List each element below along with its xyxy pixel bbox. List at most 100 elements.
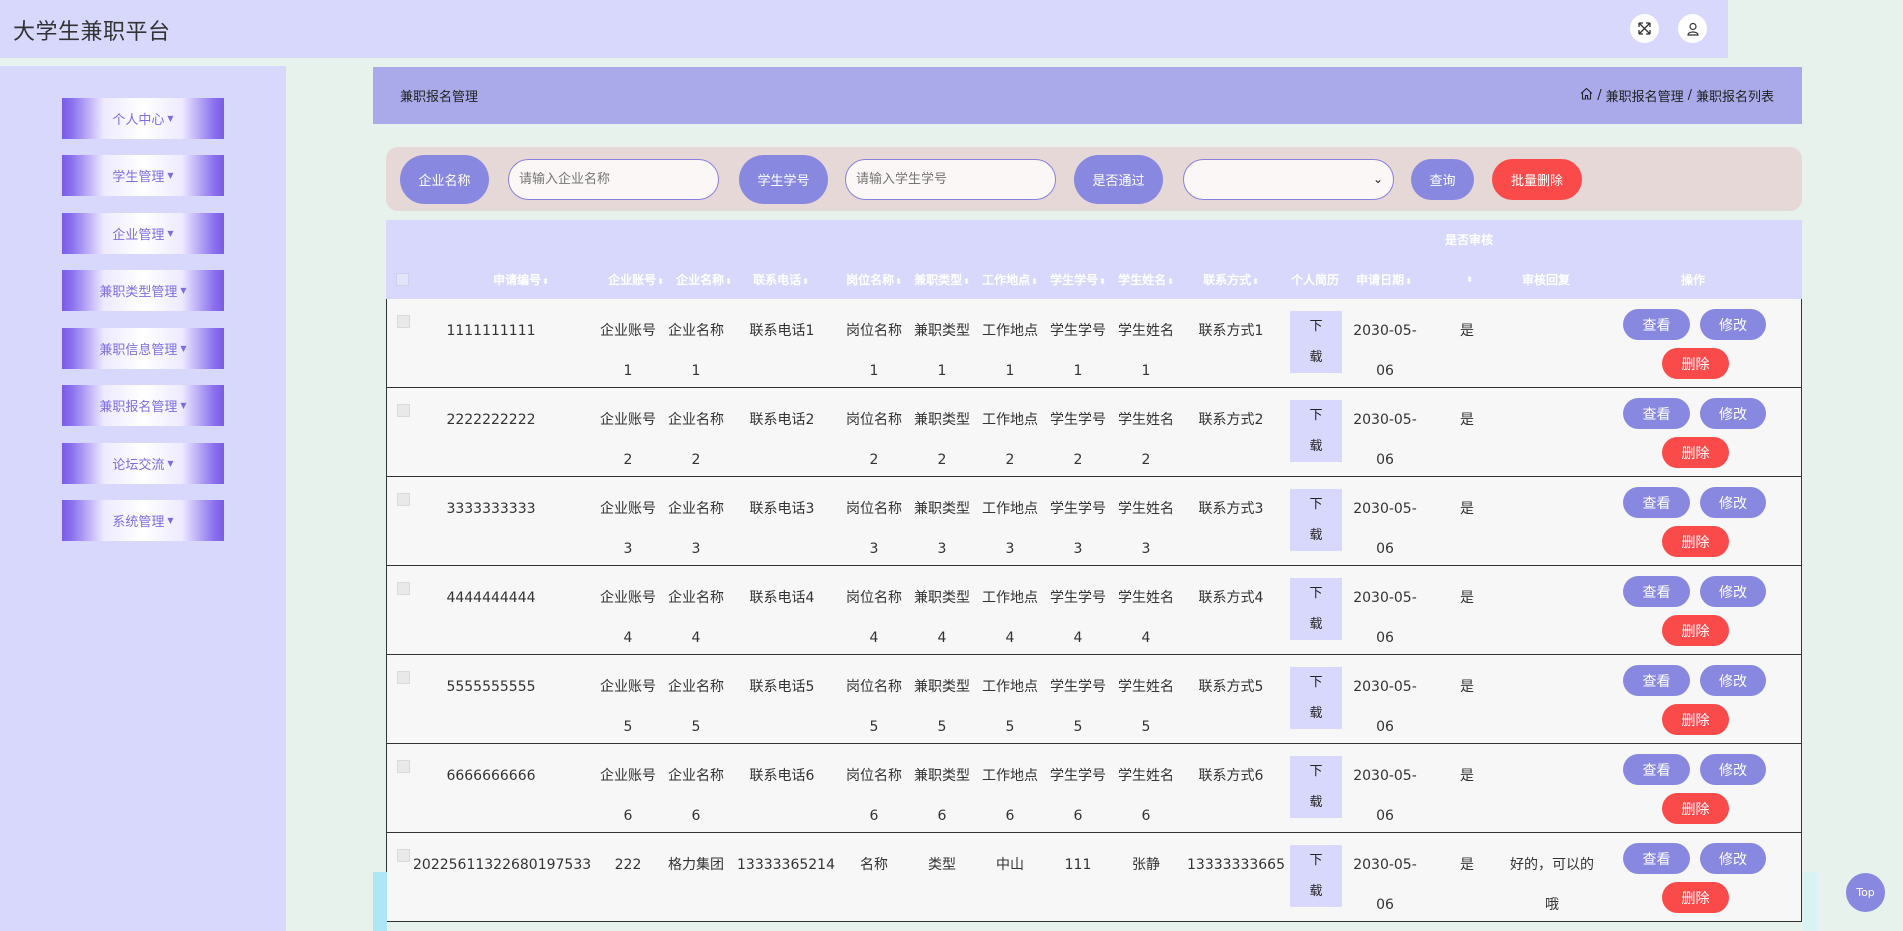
- header-phone[interactable]: 联系电话⬍: [736, 271, 826, 288]
- sidebar-item-personal-center[interactable]: 个人中心 ▼: [62, 98, 224, 139]
- row-checkbox[interactable]: [397, 849, 410, 862]
- view-button[interactable]: 查看: [1623, 754, 1690, 785]
- table-row: 2222222222 企业账号 2 企业名称 2 联系电话2 岗位名称 2 兼职类型 2 工作地点 2…: [386, 388, 1802, 477]
- decorative-strip: [1803, 872, 1817, 931]
- delete-button[interactable]: 删除: [1662, 348, 1729, 379]
- cell-student_no: 学生学号 5: [1050, 679, 1106, 735]
- breadcrumb-item[interactable]: 兼职报名管理: [1606, 86, 1684, 105]
- header-student-name[interactable]: 学生姓名⬍: [1114, 271, 1178, 288]
- cell-student_no: 111: [1064, 857, 1092, 873]
- student-no-input[interactable]: [845, 159, 1056, 200]
- cell-job_type: 兼职类型 1: [914, 323, 970, 379]
- header-student-no[interactable]: 学生学号⬍: [1046, 271, 1110, 288]
- delete-button[interactable]: 删除: [1662, 882, 1729, 913]
- sidebar-item-label: 兼职报名管理: [99, 400, 178, 415]
- view-button[interactable]: 查看: [1623, 843, 1690, 874]
- cell-student_name: 学生姓名 6: [1118, 768, 1174, 824]
- select-all-checkbox[interactable]: [396, 273, 409, 286]
- sidebar-item-forum[interactable]: 论坛交流 ▼: [62, 443, 224, 484]
- header-contact[interactable]: 联系方式⬍: [1186, 271, 1276, 288]
- delete-button[interactable]: 删除: [1662, 615, 1729, 646]
- scroll-top-button[interactable]: Top: [1846, 873, 1885, 912]
- delete-button[interactable]: 删除: [1662, 437, 1729, 468]
- row-checkbox[interactable]: [397, 315, 410, 328]
- cell-reviewed: 是: [1460, 590, 1474, 606]
- home-icon[interactable]: [1580, 87, 1593, 104]
- breadcrumb-separator: /: [1597, 88, 1602, 103]
- cell-student_no: 学生学号 2: [1050, 412, 1106, 468]
- cell-contact: 联系方式4: [1198, 590, 1264, 606]
- view-button[interactable]: 查看: [1623, 398, 1690, 429]
- header-company-account[interactable]: 企业账号⬍: [604, 271, 668, 288]
- download-resume-button[interactable]: 下载: [1290, 489, 1342, 551]
- delete-button[interactable]: 删除: [1662, 793, 1729, 824]
- view-button[interactable]: 查看: [1623, 665, 1690, 696]
- delete-button[interactable]: 删除: [1662, 704, 1729, 735]
- download-resume-button[interactable]: 下载: [1290, 400, 1342, 462]
- sidebar-item-system-management[interactable]: 系统管理 ▼: [62, 500, 224, 541]
- cell-phone: 联系电话4: [749, 590, 815, 606]
- row-checkbox[interactable]: [397, 582, 410, 595]
- cell-company_account: 222: [614, 857, 642, 873]
- header-reviewed-sort[interactable]: ⬍: [1454, 271, 1484, 285]
- header-apply-date[interactable]: 申请日期⬍: [1349, 271, 1419, 288]
- sidebar-item-company-management[interactable]: 企业管理 ▼: [62, 213, 224, 254]
- user-icon[interactable]: [1678, 14, 1707, 43]
- edit-button[interactable]: 修改: [1700, 576, 1766, 607]
- download-resume-button[interactable]: 下载: [1290, 845, 1342, 907]
- cell-student_name: 学生姓名 5: [1118, 679, 1174, 735]
- row-checkbox[interactable]: [397, 760, 410, 773]
- table-row: 4444444444 企业账号 4 企业名称 4 联系电话4 岗位名称 4 兼职类型 4 工作地点 4…: [386, 566, 1802, 655]
- download-resume-button[interactable]: 下载: [1290, 311, 1342, 373]
- query-button[interactable]: 查询: [1411, 159, 1474, 200]
- cell-phone: 联系电话5: [749, 679, 815, 695]
- row-checkbox[interactable]: [397, 404, 410, 417]
- passed-select[interactable]: ⌄: [1183, 159, 1394, 200]
- edit-button[interactable]: 修改: [1700, 665, 1766, 696]
- header-actions: 操作: [1680, 273, 1705, 287]
- sidebar-item-job-info-management[interactable]: 兼职信息管理 ▼: [62, 328, 224, 369]
- page-title: 兼职报名管理: [400, 90, 479, 105]
- row-checkbox[interactable]: [397, 493, 410, 506]
- cell-apply_date: 2030-05- 06: [1353, 501, 1417, 557]
- sidebar-item-job-type-management[interactable]: 兼职类型管理 ▼: [62, 270, 224, 311]
- cell-apply_date: 2030-05- 06: [1353, 590, 1417, 646]
- sidebar-item-label: 论坛交流: [112, 458, 165, 473]
- download-resume-button[interactable]: 下载: [1290, 578, 1342, 640]
- caret-down-icon: ▼: [180, 286, 187, 295]
- caret-down-icon: ▼: [180, 344, 187, 353]
- view-button[interactable]: 查看: [1623, 576, 1690, 607]
- sidebar-item-student-management[interactable]: 学生管理 ▼: [62, 155, 224, 196]
- download-resume-button[interactable]: 下载: [1290, 667, 1342, 729]
- edit-button[interactable]: 修改: [1700, 843, 1766, 874]
- caret-down-icon: ▼: [167, 229, 174, 238]
- row-checkbox[interactable]: [397, 671, 410, 684]
- header-company-name[interactable]: 企业名称⬍: [672, 271, 736, 288]
- company-name-input[interactable]: [508, 159, 719, 200]
- cell-reviewed: 是: [1460, 412, 1474, 428]
- cell-reviewed: 是: [1460, 679, 1474, 695]
- sort-icon: ⬍: [657, 277, 664, 286]
- sort-icon: ⬍: [895, 277, 902, 286]
- header-job-name[interactable]: 岗位名称⬍: [842, 271, 906, 288]
- cell-apply_no: 20225611322680197533: [413, 857, 592, 873]
- sidebar-item-application-management[interactable]: 兼职报名管理 ▼: [62, 385, 224, 426]
- download-resume-button[interactable]: 下载: [1290, 756, 1342, 818]
- edit-button[interactable]: 修改: [1700, 754, 1766, 785]
- sort-icon: ⬍: [1167, 277, 1174, 286]
- delete-button[interactable]: 删除: [1662, 526, 1729, 557]
- cell-contact: 联系方式2: [1198, 412, 1264, 428]
- edit-button[interactable]: 修改: [1700, 309, 1766, 340]
- cell-student_name: 学生姓名 2: [1118, 412, 1174, 468]
- header-location[interactable]: 工作地点⬍: [978, 271, 1042, 288]
- view-button[interactable]: 查看: [1623, 487, 1690, 518]
- edit-button[interactable]: 修改: [1700, 487, 1766, 518]
- header-apply-no[interactable]: 申请编号⬍: [466, 271, 576, 288]
- header-reviewed[interactable]: 是否审核: [1424, 231, 1514, 248]
- view-button[interactable]: 查看: [1623, 309, 1690, 340]
- edit-button[interactable]: 修改: [1700, 398, 1766, 429]
- cell-company_name: 企业名称 1: [668, 323, 724, 379]
- fullscreen-icon[interactable]: [1630, 14, 1659, 43]
- batch-delete-button[interactable]: 批量删除: [1492, 159, 1582, 200]
- header-job-type[interactable]: 兼职类型⬍: [910, 271, 974, 288]
